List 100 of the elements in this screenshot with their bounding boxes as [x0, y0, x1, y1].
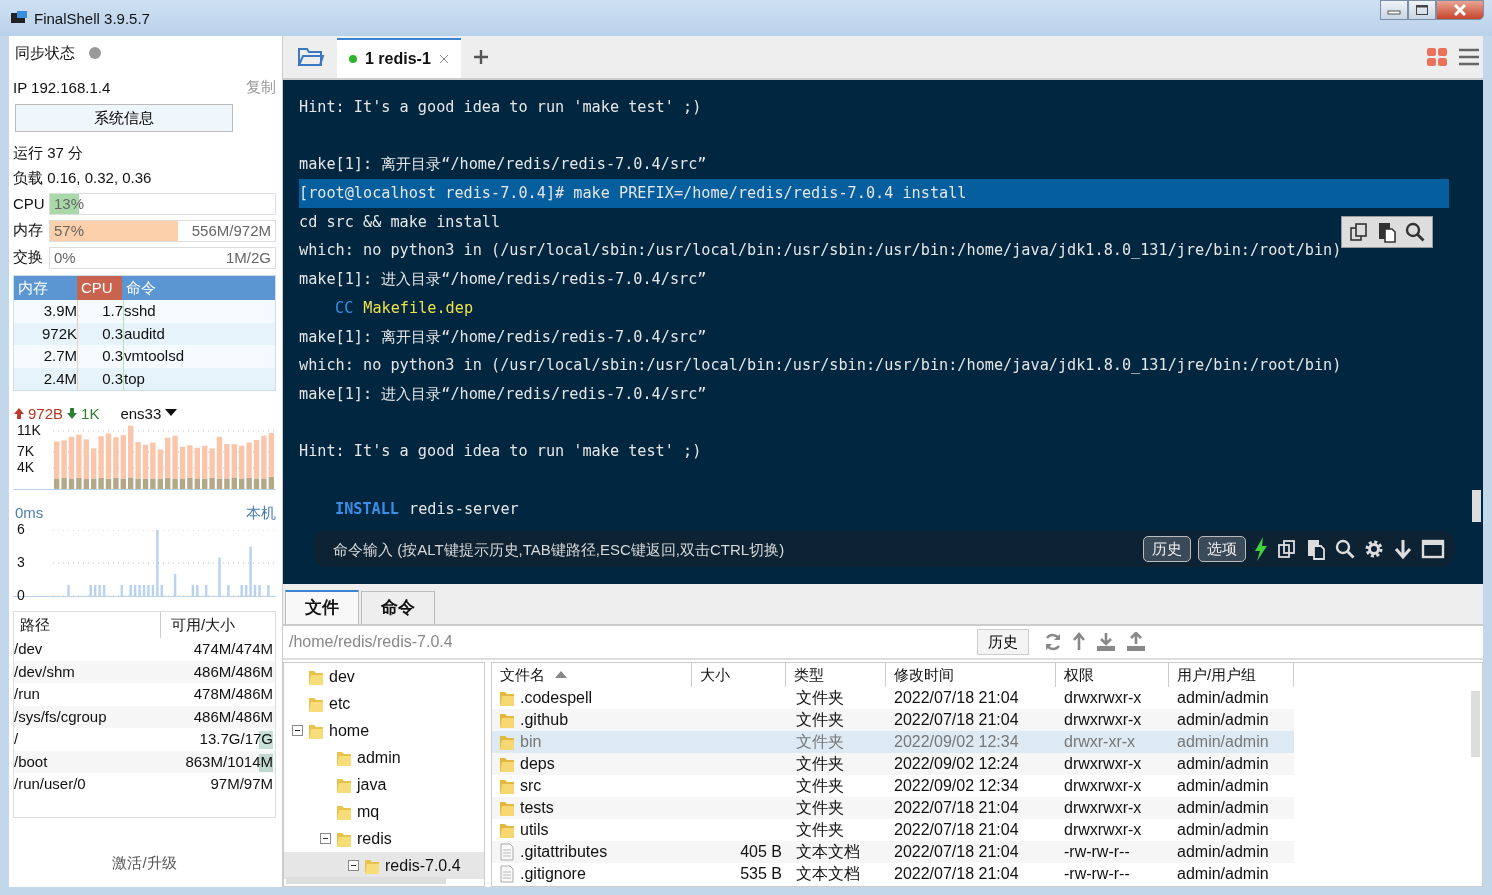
meter-label: 内存	[13, 221, 44, 240]
collapse-toggle[interactable]	[292, 725, 303, 736]
system-info-button[interactable]: 系统信息	[15, 104, 233, 132]
scrollbar-thumb[interactable]	[286, 877, 446, 884]
upload-icon[interactable]	[1125, 632, 1147, 652]
path-field[interactable]: /home/redis/redis-7.0.4	[289, 633, 969, 651]
column-header[interactable]: 权限	[1056, 663, 1169, 687]
grid-icon[interactable]	[1427, 48, 1447, 66]
file-row[interactable]: src 文件夹 2022/09/02 12:34 drwxrwxr-x admin/admin	[492, 775, 1294, 797]
host-label: 本机	[246, 504, 276, 523]
panel-tab[interactable]: 文件	[285, 590, 359, 624]
table-cell-text: -rw-rw-r--	[1063, 842, 1131, 862]
document-icon	[498, 842, 516, 862]
file-row[interactable]: utils 文件夹 2022/07/18 21:04 drwxrwxr-x admin/admin	[492, 819, 1294, 841]
file-row[interactable]: .gitignore 535 B 文本文档 2022/07/18 21:04 -rw-rw-r-- admin/admin	[492, 863, 1294, 885]
tree-row[interactable]: dev	[284, 663, 484, 690]
arrow-up-icon[interactable]	[1071, 632, 1087, 652]
build-tag: CC	[335, 298, 354, 317]
terminal-line: which: no python3 in (/usr/local/sbin:/usr/local/bin:/usr/sbin:/usr/bin:/home/java/jdk1.8.0_131/jre/bin:/root/bin)	[299, 241, 1342, 260]
download-icon[interactable]	[1095, 632, 1117, 652]
paste-icon[interactable]	[1376, 221, 1398, 243]
file-row[interactable]: .codespell 文件夹 2022/07/18 21:04 drwxrwxr-x admin/admin	[492, 687, 1294, 709]
command-input[interactable]: 命令输入 (按ALT键提示历史,TAB键路径,ESC键返回,双击CTRL切换) 历史 选项	[313, 531, 1455, 567]
options-button[interactable]: 选项	[1198, 536, 1246, 562]
file-row[interactable]: deps 文件夹 2022/09/02 12:24 drwxrwxr-x admin/admin	[492, 753, 1294, 775]
tree-row[interactable]: mq	[284, 798, 484, 825]
maximize-icon	[1415, 4, 1429, 16]
table-cell-text: /run/user/0	[14, 774, 86, 794]
caret-icon	[165, 409, 178, 417]
arrow-down-icon[interactable]	[1392, 538, 1414, 560]
column-header[interactable]: 文件名	[492, 663, 692, 687]
tree-row[interactable]: redis	[284, 825, 484, 852]
file-row[interactable]: .github 文件夹 2022/07/18 21:04 drwxrwxr-x admin/admin	[492, 709, 1294, 731]
file-name: tests	[520, 798, 554, 818]
settings-icon[interactable]	[1363, 538, 1385, 560]
folder-icon[interactable]	[297, 46, 325, 68]
table-cell-text: 文件夹	[795, 688, 845, 708]
column-header[interactable]: 大小	[692, 663, 786, 687]
meter-label: CPU	[13, 195, 46, 212]
column-header[interactable]: 类型	[786, 663, 886, 687]
table-cell-text: admin/admin	[1176, 842, 1270, 862]
file-name: utils	[520, 820, 549, 840]
file-row[interactable]: .gitattributes 405 B 文本文档 2022/07/18 21:04 -rw-rw-r-- admin/admin	[492, 841, 1294, 863]
column-header[interactable]: CPU	[77, 276, 122, 300]
table-cell: 2.4M	[14, 367, 78, 390]
table-cell-text: /run	[14, 684, 40, 704]
tree-row[interactable]: admin	[284, 744, 484, 771]
activate-link[interactable]: 激活/升级	[112, 854, 177, 873]
paste-icon[interactable]	[1305, 538, 1327, 560]
session-tab[interactable]: 1 redis-1	[337, 38, 461, 78]
table-cell-text: 文件夹	[795, 798, 845, 818]
column-header[interactable]: 修改时间	[886, 663, 1056, 687]
table-cell-text: drwxrwxr-x	[1063, 754, 1143, 774]
tree-row[interactable]: java	[284, 771, 484, 798]
table-cell-text: 405 B	[739, 842, 783, 862]
table-cell: 0.3	[78, 367, 124, 390]
folder-name: home	[329, 721, 370, 740]
collapse-toggle[interactable]	[348, 860, 359, 871]
lightning-icon[interactable]	[1253, 537, 1269, 561]
terminal-line: make[1]: 离开目录“/home/redis/redis-7.0.4/src”	[299, 155, 707, 174]
table-cell-text: 文本文档	[795, 842, 861, 862]
table-cell: 0.3	[78, 345, 124, 368]
close-icon[interactable]	[438, 54, 449, 64]
terminal-line: Hint: It's a good idea to run 'make test' ;)	[299, 98, 702, 116]
terminal[interactable]	[283, 80, 1483, 584]
column-header[interactable]: 用户/用户组	[1169, 663, 1294, 687]
scrollbar-thumb[interactable]	[1472, 490, 1481, 522]
history-button[interactable]: 历史	[1143, 536, 1191, 562]
add-tab-icon[interactable]	[472, 49, 489, 65]
close-button[interactable]	[1436, 0, 1484, 20]
menu-icon[interactable]	[1459, 48, 1479, 66]
file-row[interactable]: tests 文件夹 2022/07/18 21:04 drwxrwxr-x admin/admin	[492, 797, 1294, 819]
tree-row[interactable]: etc	[284, 690, 484, 717]
copy-icon[interactable]	[1276, 538, 1298, 560]
file-name: bin	[520, 732, 542, 752]
table-cell-text: 2022/09/02 12:24	[893, 754, 1020, 774]
folder-name: mq	[357, 802, 380, 821]
file-row[interactable]: bin 文件夹 2022/09/02 12:34 drwxr-xr-x admin/admin	[492, 731, 1294, 753]
tree-row[interactable]: home	[284, 717, 484, 744]
maximize-button[interactable]	[1408, 0, 1436, 20]
meter-label: 交换	[13, 248, 44, 267]
panel-tab[interactable]: 命令	[361, 591, 435, 624]
interface-dropdown[interactable]: ens33	[120, 404, 178, 422]
table-cell-text: /dev/shm	[14, 661, 75, 682]
close-icon	[1452, 3, 1468, 17]
window-title: FinalShell 3.9.5.7	[34, 9, 150, 27]
search-icon[interactable]	[1404, 221, 1426, 243]
table-cell-text: 478M/486M	[193, 684, 274, 704]
folder-name: java	[357, 775, 387, 794]
search-icon[interactable]	[1334, 538, 1356, 560]
status-dot	[89, 47, 101, 59]
refresh-icon[interactable]	[1043, 632, 1063, 652]
table-cell-text: 2022/07/18 21:04	[893, 820, 1020, 840]
tree-row[interactable]: redis-7.0.4	[284, 852, 484, 879]
scrollbar-thumb[interactable]	[1471, 691, 1480, 757]
copy-icon[interactable]	[1348, 221, 1370, 243]
history-button[interactable]: 历史	[977, 629, 1029, 655]
collapse-toggle[interactable]	[320, 833, 331, 844]
upload-rate: 972B	[28, 404, 64, 422]
window-icon[interactable]	[1421, 538, 1445, 560]
